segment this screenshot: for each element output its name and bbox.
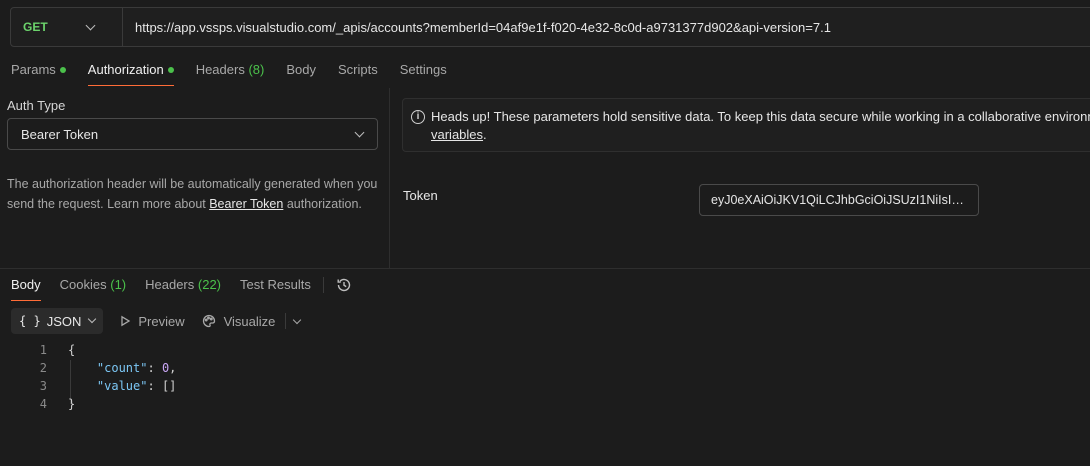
tab-response-headers[interactable]: Headers (22) [134,273,229,301]
params-indicator-dot [59,66,66,73]
code-line: 1 { [0,341,1090,359]
line-number: 1 [39,343,47,357]
chevron-down-icon [85,20,96,30]
braces-icon: { } [19,314,41,328]
request-tabs: Params Authorization Headers (8) Body Sc… [0,58,458,88]
preview-label: Preview [138,313,185,329]
code-text: "count": 0, [96,361,177,375]
response-tabs: Body Cookies (1) Headers (22) Test Resul… [0,273,358,301]
code-text: "value": [] [96,379,177,393]
chevron-down-icon [354,127,365,137]
line-number: 4 [39,397,47,411]
response-headers-count: (22) [197,277,222,292]
tab-response-body[interactable]: Body [0,273,49,301]
tab-separator [322,277,324,293]
method-select[interactable]: GET [11,8,123,46]
toolbar-separator [285,313,287,329]
method-label: GET [23,20,48,34]
line-number: 3 [39,379,47,393]
tab-authorization[interactable]: Authorization [77,58,185,86]
code-line: 3 "value": [] [0,377,1090,395]
variables-link[interactable]: variables [431,127,483,142]
tab-cookies-label: Cookies [59,277,107,292]
tab-settings[interactable]: Settings [389,58,458,86]
tab-params[interactable]: Params [0,58,77,86]
url-bar: GET [10,7,1090,47]
play-icon [121,315,131,327]
tab-scripts-label: Scripts [337,62,378,77]
auth-type-label: Auth Type [7,98,66,113]
sensitive-data-notice: i Heads up! These parameters hold sensit… [402,98,1090,152]
history-icon[interactable] [330,273,358,297]
tab-headers-label: Headers [195,62,245,77]
json-value-value: [] [161,379,177,393]
json-open-brace: { [68,343,76,357]
tab-cookies[interactable]: Cookies (1) [49,273,134,301]
response-body-viewer[interactable]: 1 { 2 "count": 0, 3 "value": [] 4 } [0,341,1090,413]
tab-response-headers-label: Headers [145,277,195,292]
tab-body[interactable]: Body [275,58,327,86]
visualize-label: Visualize [223,313,276,329]
code-line: 4 } [0,395,1090,413]
notice-period: . [483,127,487,142]
tab-body-label: Body [286,62,316,77]
json-close-brace: } [68,397,76,411]
bearer-token-link[interactable]: Bearer Token [209,197,283,211]
notice-text: Heads up! These parameters hold sensitiv… [431,109,1090,124]
auth-description: The authorization header will be automat… [7,174,379,214]
info-icon: i [411,110,425,124]
auth-description-tail: authorization. [283,197,362,211]
visualize-icon [202,314,215,328]
headers-count: (8) [248,62,265,77]
preview-button[interactable]: Preview [119,313,185,329]
request-response-divider[interactable] [0,268,1090,269]
tab-settings-label: Settings [399,62,447,77]
code-line: 2 "count": 0, [0,359,1090,377]
tab-response-body-label: Body [11,277,41,292]
token-label: Token [403,188,438,203]
authorization-indicator-dot [167,66,174,73]
tab-headers[interactable]: Headers (8) [185,58,276,86]
url-input[interactable] [123,8,1090,46]
json-key-value: "value" [96,379,148,393]
line-number: 2 [39,361,47,375]
visualize-button[interactable]: Visualize [201,313,276,329]
visualize-options-chevron-icon[interactable] [293,315,302,324]
auth-type-pane: Auth Type Bearer Token The authorization… [0,88,390,268]
chevron-down-icon [88,314,97,324]
tab-authorization-label: Authorization [87,62,164,77]
tab-test-results[interactable]: Test Results [229,273,319,301]
tab-params-label: Params [11,62,56,77]
cookies-count: (1) [110,277,127,292]
token-input[interactable] [699,184,979,216]
json-key-count: "count" [96,361,148,375]
response-toolbar: { } JSON Preview Visualize [11,308,302,334]
format-select[interactable]: { } JSON [11,308,104,334]
code-text: { [47,341,75,359]
auth-type-value: Bearer Token [21,126,99,142]
auth-type-select[interactable]: Bearer Token [7,118,378,150]
tab-test-results-label: Test Results [240,277,311,292]
tab-scripts[interactable]: Scripts [327,58,389,86]
format-label: JSON [46,313,82,329]
code-text: } [47,395,75,413]
